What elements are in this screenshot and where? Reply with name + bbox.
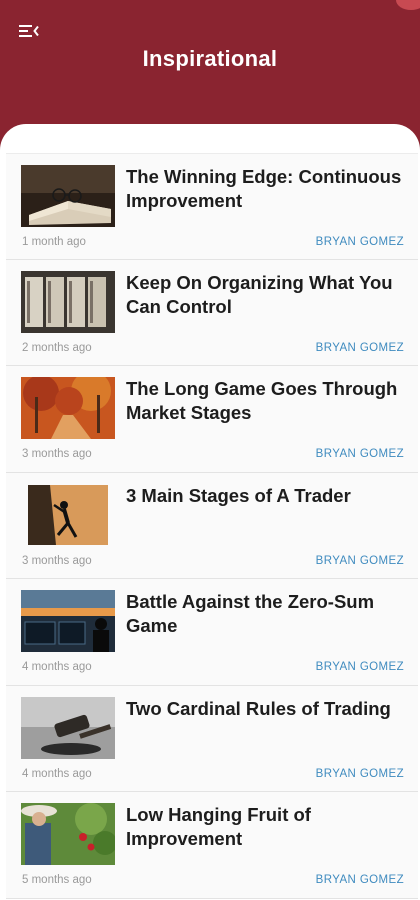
article-date: 3 months ago [22, 448, 92, 460]
article-title: The Winning Edge: Continuous Improvement [126, 166, 402, 211]
article-item[interactable]: 3 Main Stages of A Trader 3 months ago B… [6, 472, 418, 579]
article-date: 4 months ago [22, 661, 92, 673]
article-date: 4 months ago [22, 767, 92, 780]
article-item[interactable]: The Long Game Goes Through Market Stages… [6, 366, 418, 473]
article-item[interactable]: Keep On Organizing What You Can Control … [6, 259, 418, 366]
article-author[interactable]: BRYAN GOMEZ [316, 661, 404, 673]
article-item[interactable]: The Winning Edge: Continuous Improvement… [6, 153, 418, 260]
article-list: The Winning Edge: Continuous Improvement… [6, 153, 418, 899]
article-item[interactable]: Low Hanging Fruit of Improvement 5 month… [6, 792, 418, 899]
open-book-thumbnail [21, 165, 115, 227]
article-title: Battle Against the Zero-Sum Game [126, 591, 375, 636]
article-date: 3 months ago [22, 554, 92, 567]
rock-climber-thumbnail [28, 484, 108, 545]
article-date: 1 month ago [22, 236, 86, 248]
menu-open-icon[interactable] [16, 18, 42, 44]
article-author[interactable]: BRYAN GOMEZ [316, 342, 404, 354]
article-author[interactable]: BRYAN GOMEZ [316, 236, 404, 248]
article-author[interactable]: BRYAN GOMEZ [316, 448, 404, 460]
fruit-picking-thumbnail [21, 803, 115, 865]
app-header: Inspirational [0, 0, 420, 140]
article-title: Low Hanging Fruit of Improvement [126, 804, 311, 849]
article-title: The Long Game Goes Through Market Stages [126, 378, 398, 423]
autumn-forest-thumbnail [21, 377, 115, 439]
article-date: 5 months ago [22, 874, 92, 886]
article-date: 2 months ago [22, 341, 92, 354]
article-author[interactable]: BRYAN GOMEZ [316, 768, 404, 780]
page-title: Inspirational [142, 46, 278, 71]
file-cabinet-thumbnail [21, 270, 115, 333]
article-author[interactable]: BRYAN GOMEZ [316, 874, 404, 886]
article-title: Two Cardinal Rules of Trading [126, 697, 391, 719]
article-title: Keep On Organizing What You Can Control [126, 271, 393, 317]
article-author[interactable]: BRYAN GOMEZ [316, 555, 404, 567]
article-item[interactable]: Two Cardinal Rules of Trading 4 months a… [6, 685, 418, 792]
trader-screens-thumbnail [21, 590, 115, 652]
corner-decoration [396, 0, 420, 10]
article-title: 3 Main Stages of A Trader [126, 484, 351, 506]
article-item[interactable]: Battle Against the Zero-Sum Game 4 month… [6, 579, 418, 686]
gavel-thumbnail [21, 696, 115, 759]
